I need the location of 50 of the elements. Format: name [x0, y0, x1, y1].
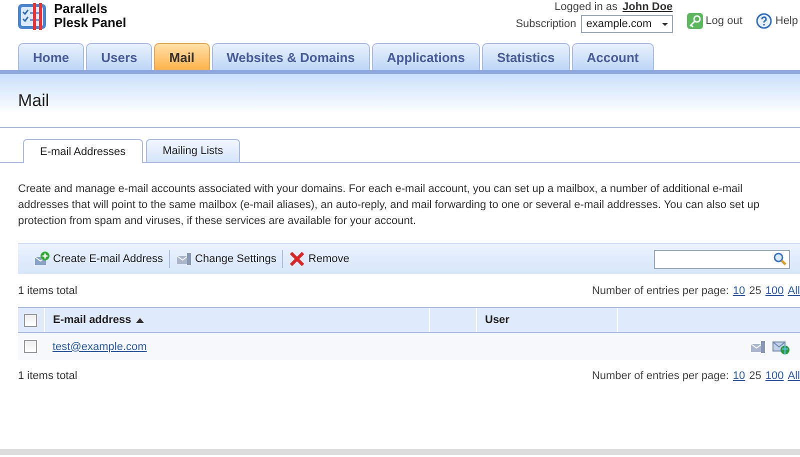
add-mail-icon [34, 251, 50, 267]
checkbox[interactable] [24, 314, 37, 326]
per-page-link[interactable]: 100 [765, 285, 784, 297]
sort-arrow-icon [136, 318, 144, 322]
subscription-label: Subscription [516, 18, 576, 30]
nav-tab[interactable]: Applications [372, 43, 480, 70]
logged-in-label: Logged in as [554, 1, 618, 13]
items-total: 1 items total [18, 285, 78, 297]
nav-tab[interactable]: Users [86, 43, 152, 70]
description-text: Create and manage e-mail accounts associated with your domains. For each e-mail account, you can set up a mailbox, a number of additional e-mail addresses that will point to the same mailbox (e-mail aliases), an auto-reply, and mail forwarding to one or several e-mail addresses. You can also set up protection from spam and viruses, if these services are available for your account. [17, 182, 760, 229]
per-page-link[interactable]: All [788, 285, 800, 297]
nav-tab[interactable]: Home [18, 43, 84, 70]
nav-tab[interactable]: Mail [154, 43, 210, 70]
sub-tab[interactable]: Mailing Lists [146, 139, 240, 162]
toolbar-button[interactable]: Remove [283, 249, 356, 269]
per-page-label: Number of entries per page: [592, 370, 729, 382]
mail-settings-icon [176, 251, 192, 267]
logo-icon [18, 2, 48, 30]
per-page-link[interactable]: 10 [732, 370, 746, 382]
per-page-link[interactable]: 10 [732, 285, 746, 297]
mail-globe-icon[interactable] [772, 338, 790, 354]
key-icon [686, 13, 703, 29]
subscription-select[interactable]: example.com [581, 15, 673, 33]
column-header[interactable]: User [485, 314, 510, 326]
remove-icon [289, 251, 306, 267]
nav-tab[interactable]: Statistics [482, 43, 570, 70]
nav-tab[interactable]: Account [572, 43, 654, 70]
toolbar-button[interactable]: Create E-mail Address [28, 249, 170, 269]
email-link[interactable]: test@example.com [52, 340, 147, 352]
sub-tab[interactable]: E-mail Addresses [23, 139, 143, 163]
logout-link[interactable]: Log out [686, 9, 742, 33]
per-page-current: 25 [749, 285, 762, 297]
checkbox[interactable] [24, 340, 37, 353]
per-page-link[interactable]: 100 [765, 370, 784, 382]
help-icon [756, 13, 772, 29]
items-total: 1 items total [18, 370, 78, 382]
toolbar-button[interactable]: Change Settings [170, 249, 282, 269]
help-link[interactable]: Help [756, 9, 798, 33]
logo-text: Plesk Panel [54, 16, 126, 30]
nav-tab[interactable]: Websites & Domains [212, 43, 370, 70]
per-page-label: Number of entries per page: [592, 285, 729, 297]
search-field[interactable] [654, 250, 790, 268]
per-page-link[interactable]: All [788, 370, 800, 382]
column-header[interactable]: E-mail address [53, 314, 144, 326]
mail-settings-icon[interactable] [750, 338, 766, 354]
search-icon [773, 252, 787, 266]
user-name-link[interactable]: John Doe [622, 1, 673, 13]
logo-text: Parallels [54, 2, 108, 16]
page-title: Mail [17, 90, 50, 112]
per-page-current: 25 [749, 370, 762, 382]
